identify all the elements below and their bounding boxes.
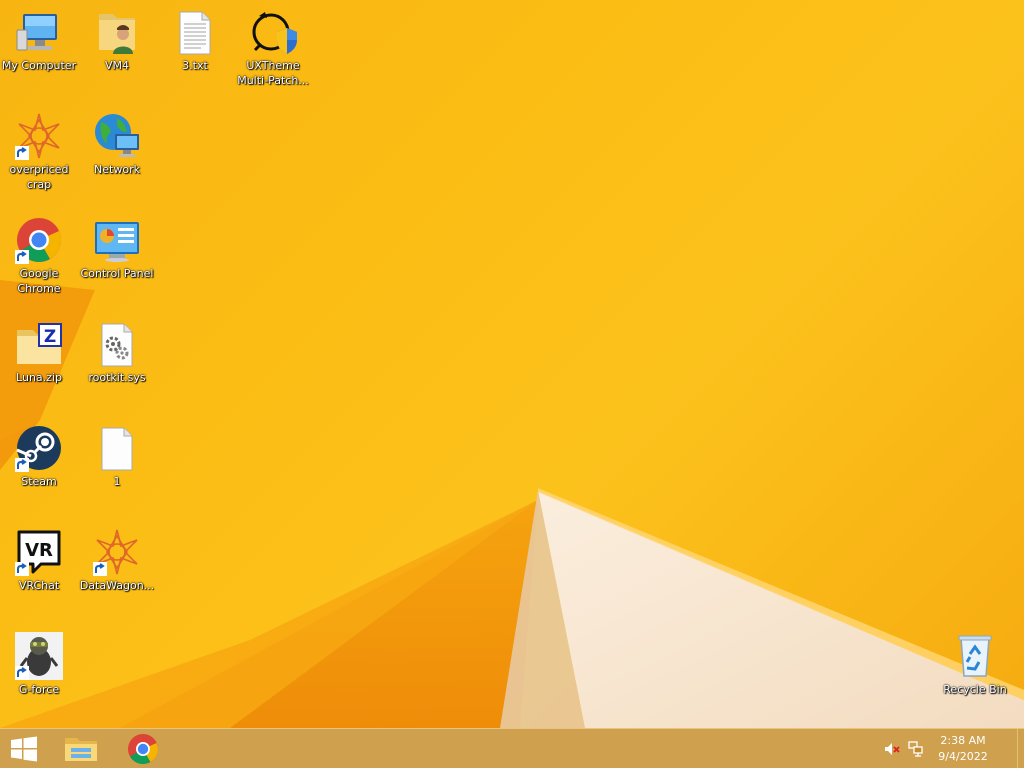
shortcut-arrow-icon bbox=[15, 666, 29, 680]
uxtheme-patcher-icon bbox=[249, 8, 297, 56]
chrome-icon bbox=[128, 734, 158, 765]
chrome-icon bbox=[15, 216, 63, 264]
icon-label: DataWagon... bbox=[79, 579, 155, 592]
file-explorer-icon bbox=[65, 738, 97, 761]
desktop-icon-recycle-bin[interactable]: Recycle Bin bbox=[936, 624, 1014, 720]
user-folder-icon bbox=[93, 8, 141, 56]
system-file-icon bbox=[93, 320, 141, 368]
computer-icon bbox=[15, 8, 63, 56]
g-force-icon bbox=[15, 632, 63, 680]
system-tray: 2:38 AM 9/4/2022 bbox=[884, 729, 1024, 769]
desktop-icon-network[interactable]: Network bbox=[78, 104, 156, 200]
desktop-icon-uxtheme[interactable]: UXTheme Multi-Patch... bbox=[234, 0, 312, 96]
icon-label: Luna.zip bbox=[16, 371, 62, 384]
icon-label: 3.txt bbox=[182, 59, 208, 72]
shortcut-arrow-icon bbox=[15, 146, 29, 160]
steam-icon bbox=[15, 424, 63, 472]
taskbar: 2:38 AM 9/4/2022 bbox=[0, 728, 1024, 769]
icon-label: 1 bbox=[113, 475, 121, 488]
icon-label: VM4 bbox=[104, 59, 129, 72]
ornament-shortcut-icon bbox=[93, 528, 141, 576]
show-desktop-button[interactable] bbox=[1017, 729, 1024, 769]
taskbar-file-explorer[interactable] bbox=[54, 731, 108, 767]
icon-label: UXTheme Multi-Patch... bbox=[237, 59, 309, 87]
svg-text:Z: Z bbox=[44, 327, 56, 347]
recycle-bin-icon bbox=[951, 632, 999, 680]
icon-label: Google Chrome bbox=[17, 267, 61, 295]
blank-file-icon bbox=[93, 424, 141, 472]
desktop-icon-rootkit-sys[interactable]: rootkit.sys bbox=[78, 312, 156, 408]
desktop-icon-g-force[interactable]: G-force bbox=[0, 624, 78, 720]
icon-label: Network bbox=[94, 163, 140, 176]
icon-label: Control Panel bbox=[80, 267, 154, 280]
vrchat-icon: VR bbox=[15, 528, 63, 576]
clock-time: 2:38 AM bbox=[940, 734, 986, 747]
desktop-icon-vrchat[interactable]: VR VRChat bbox=[0, 520, 78, 616]
control-panel-icon bbox=[93, 216, 141, 264]
icon-label: rootkit.sys bbox=[88, 371, 146, 384]
zip-folder-icon: Z bbox=[15, 320, 63, 368]
desktop-icon-1[interactable]: 1 bbox=[78, 416, 156, 512]
shortcut-arrow-icon bbox=[15, 250, 29, 264]
taskbar-clock[interactable]: 2:38 AM 9/4/2022 bbox=[928, 733, 998, 765]
taskbar-google-chrome[interactable] bbox=[116, 731, 170, 767]
desktop-icon-3-txt[interactable]: 3.txt bbox=[156, 0, 234, 96]
desktop-icon-google-chrome[interactable]: Google Chrome bbox=[0, 208, 78, 304]
volume-muted-icon[interactable] bbox=[884, 741, 900, 757]
desktop-icon-vm4[interactable]: VM4 bbox=[78, 0, 156, 96]
icon-label: overpriced crap bbox=[9, 163, 69, 191]
windows-logo-icon bbox=[11, 736, 37, 762]
desktop-icon-control-panel[interactable]: Control Panel bbox=[78, 208, 156, 304]
text-file-icon bbox=[171, 8, 219, 56]
svg-text:VR: VR bbox=[25, 540, 53, 561]
clock-date: 9/4/2022 bbox=[938, 750, 988, 763]
icon-label: G-force bbox=[18, 683, 60, 696]
shortcut-arrow-icon bbox=[15, 458, 29, 472]
icon-label: VRChat bbox=[18, 579, 60, 592]
icon-label: Steam bbox=[21, 475, 57, 488]
icon-label: Recycle Bin bbox=[943, 683, 1007, 696]
network-icon[interactable] bbox=[908, 741, 924, 757]
shortcut-arrow-icon bbox=[15, 562, 29, 576]
desktop-icon-datawagon[interactable]: DataWagon... bbox=[78, 520, 156, 616]
icon-label: My Computer bbox=[1, 59, 77, 72]
desktop-icon-my-computer[interactable]: My Computer bbox=[0, 0, 78, 96]
network-globe-icon bbox=[93, 112, 141, 160]
desktop-icon-luna-zip[interactable]: Z Luna.zip bbox=[0, 312, 78, 408]
desktop-icon-overpriced-crap[interactable]: overpriced crap bbox=[0, 104, 78, 200]
start-button[interactable] bbox=[4, 733, 44, 765]
ornament-shortcut-icon bbox=[15, 112, 63, 160]
desktop-icon-steam[interactable]: Steam bbox=[0, 416, 78, 512]
shortcut-arrow-icon bbox=[93, 562, 107, 576]
